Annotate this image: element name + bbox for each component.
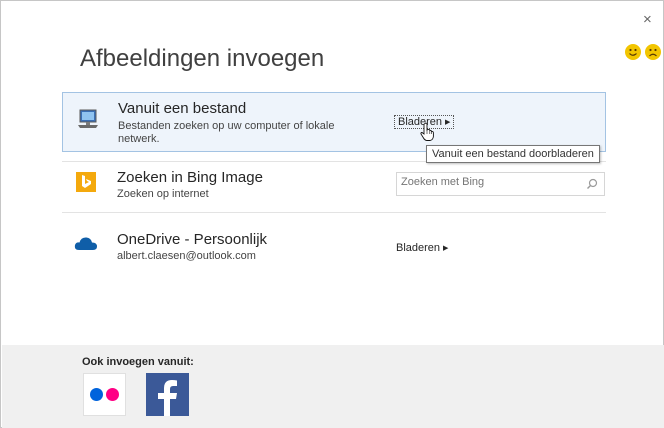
source-title: Zoeken in Bing Image [117, 169, 263, 186]
footer-panel: Ook invoegen vanuit: [2, 345, 664, 428]
flickr-icon [106, 388, 119, 401]
source-onedrive[interactable]: OneDrive - Persoonlijk albert.claesen@ou… [62, 225, 604, 271]
facebook-button[interactable] [146, 373, 189, 416]
smiley-sad-icon[interactable] [645, 44, 661, 60]
chevron-right-icon: ▶ [445, 119, 451, 126]
dialog-title: Afbeeldingen invoegen [80, 45, 325, 72]
source-from-file[interactable]: Vanuit een bestand Bestanden zoeken op u… [62, 92, 606, 152]
source-subtitle: albert.claesen@outlook.com [117, 250, 256, 262]
browse-label: Bladeren [396, 242, 441, 254]
bing-search-input[interactable] [401, 176, 581, 188]
source-title: Vanuit een bestand [118, 100, 247, 117]
flickr-button[interactable] [83, 373, 126, 416]
bing-search-field[interactable] [396, 172, 605, 196]
insert-pictures-dialog: × Afbeeldingen invoegen Vanuit een besta… [0, 0, 664, 428]
source-subtitle: Zoeken op internet [117, 188, 209, 200]
separator [62, 212, 606, 213]
computer-icon [77, 109, 99, 134]
source-subtitle: Bestanden zoeken op uw computer of lokal… [118, 120, 335, 145]
tooltip: Vanuit een bestand doorbladeren [426, 145, 600, 163]
chevron-right-icon: ▶ [443, 245, 449, 252]
onedrive-icon [74, 235, 98, 256]
bing-icon [76, 172, 96, 197]
close-button[interactable]: × [643, 12, 652, 27]
smiley-happy-icon[interactable] [625, 44, 641, 60]
source-title: OneDrive - Persoonlijk [117, 231, 268, 248]
hand-cursor-icon [420, 122, 436, 147]
flickr-icon [90, 388, 103, 401]
search-icon[interactable] [586, 177, 598, 195]
browse-onedrive-button[interactable]: Bladeren ▶ [396, 242, 448, 254]
footer-label: Ook invoegen vanuit: [82, 356, 194, 368]
facebook-icon [158, 380, 177, 416]
